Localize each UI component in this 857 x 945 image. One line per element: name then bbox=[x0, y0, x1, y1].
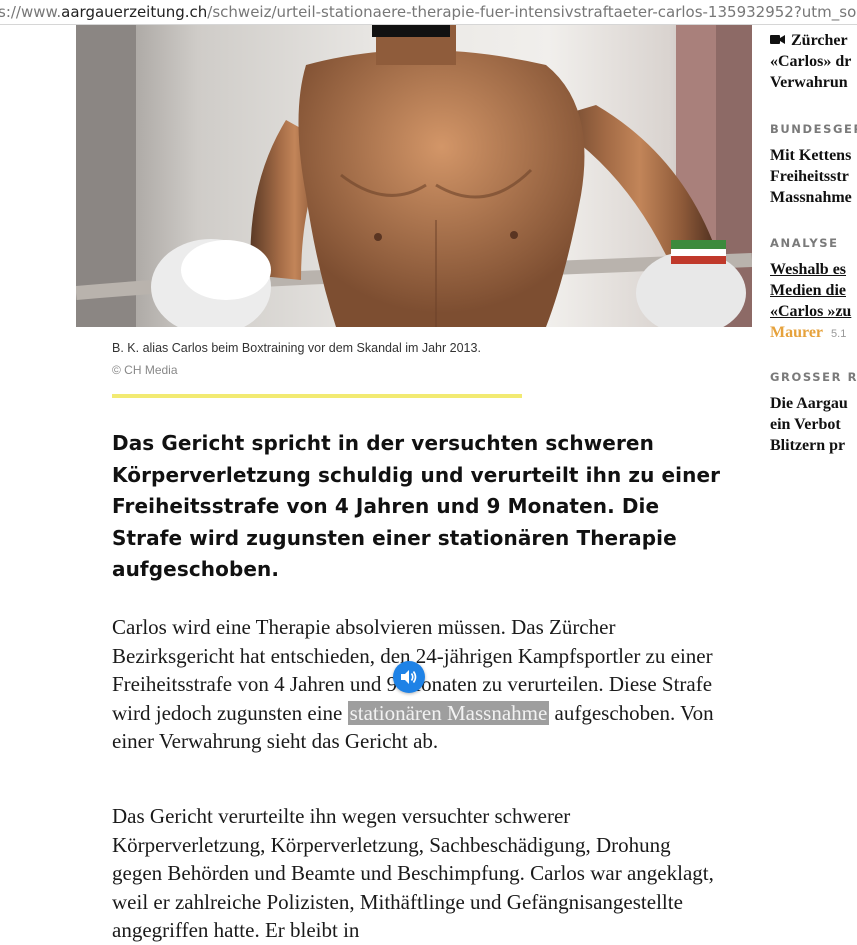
read-aloud-button[interactable] bbox=[393, 661, 425, 693]
teaser-3-author[interactable]: Maurer bbox=[770, 324, 823, 341]
teaser-3-meta: Maurer 5.1 bbox=[770, 324, 857, 342]
teaser-1-line-1: Zürcher bbox=[791, 32, 848, 49]
teaser-1-line-3: Verwahrun bbox=[770, 74, 848, 91]
teaser-2-kicker: BUNDESGER bbox=[770, 122, 857, 136]
url-domain: aargauerzeitung.ch bbox=[61, 3, 208, 21]
article-lead: Das Gericht spricht in der versuchten sc… bbox=[112, 431, 721, 581]
sidebar-teaser-3[interactable]: ANALYSE Weshalb es Medien die «Carlos »z… bbox=[770, 236, 857, 342]
teaser-4-kicker: GROSSER R bbox=[770, 370, 857, 384]
teaser-2-line-3: Massnahme bbox=[770, 189, 852, 206]
sidebar-teaser-1[interactable]: Zürcher «Carlos» dr Verwahrun bbox=[770, 30, 857, 93]
image-credit: © CH Media bbox=[112, 363, 178, 377]
teaser-3-title[interactable]: Weshalb es Medien die «Carlos »zu bbox=[770, 259, 857, 322]
teaser-1-title[interactable]: Zürcher «Carlos» dr Verwahrun bbox=[770, 30, 857, 93]
section-divider bbox=[112, 394, 522, 398]
teaser-3-date: 5.1 bbox=[831, 328, 847, 340]
teaser-3-kicker: ANALYSE bbox=[770, 236, 839, 250]
article-paragraph-2: Das Gericht verurteilte ihn wegen versuc… bbox=[112, 804, 714, 942]
teaser-4-line-1: Die Aargau bbox=[770, 395, 848, 412]
video-camera-icon bbox=[770, 35, 785, 44]
sidebar-teaser-4[interactable]: GROSSER R Die Aargau ein Verbot Blitzern… bbox=[770, 370, 857, 456]
selected-text[interactable]: stationären Massnahme bbox=[347, 700, 550, 725]
teaser-4-title[interactable]: Die Aargau ein Verbot Blitzern pr bbox=[770, 393, 857, 456]
teaser-1-line-2: «Carlos» dr bbox=[770, 53, 852, 70]
browser-url-bar[interactable]: s://www.aargauerzeitung.ch/schweiz/urtei… bbox=[0, 0, 857, 25]
teaser-4-line-3: Blitzern pr bbox=[770, 437, 846, 454]
article-hero-image bbox=[76, 25, 752, 327]
teaser-3-line-1: Weshalb es bbox=[770, 261, 847, 278]
url-prefix: s://www. bbox=[0, 3, 62, 21]
speaker-icon bbox=[401, 670, 417, 684]
boxer-photo bbox=[76, 25, 752, 327]
teaser-2-line-2: Freiheitsstr bbox=[770, 168, 849, 185]
teaser-4-line-2: ein Verbot bbox=[770, 416, 841, 433]
image-caption: B. K. alias Carlos beim Boxtraining vor … bbox=[112, 341, 481, 355]
teaser-3-line-3: «Carlos »zu bbox=[770, 303, 852, 320]
teaser-3-line-2: Medien die bbox=[770, 282, 846, 299]
teaser-2-title[interactable]: Mit Kettens Freiheitsstr Massnahme bbox=[770, 145, 857, 208]
sidebar-teaser-2[interactable]: BUNDESGER Mit Kettens Freiheitsstr Massn… bbox=[770, 122, 857, 208]
teaser-2-line-1: Mit Kettens bbox=[770, 147, 852, 164]
url-path: /schweiz/urteil-stationaere-therapie-fue… bbox=[207, 3, 857, 21]
